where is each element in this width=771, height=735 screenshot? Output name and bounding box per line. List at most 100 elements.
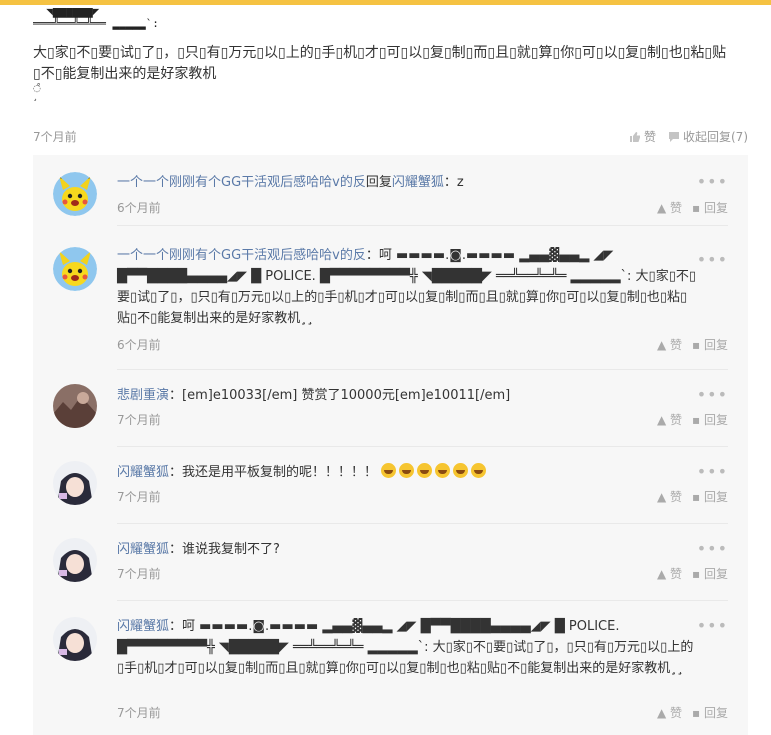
reply-body: 一个一个刚刚有个GG干活观后感哈哈v的反：呵 ▬▬▬▬.◙.▬▬▬▬ ▂▄▄▓▄… [117, 245, 697, 329]
reply-username[interactable]: 一个一个刚刚有个GG干活观后感哈哈v的反 [117, 175, 366, 190]
like-button[interactable]: 赞 [629, 128, 656, 145]
avatar[interactable] [53, 538, 97, 582]
photo-avatar-icon [53, 384, 97, 428]
reply-time: 7个月前 [117, 567, 161, 581]
anime-avatar-icon [53, 461, 97, 505]
reply-username[interactable]: 一个一个刚刚有个GG干活观后感哈哈v的反 [117, 248, 366, 263]
anime-avatar-icon [53, 617, 97, 661]
reply-label: 回复 [703, 490, 728, 504]
reply-button[interactable]: ▪ 回复 [692, 199, 728, 216]
reply-time: 7个月前 [117, 413, 161, 427]
collapse-label: 收起回复(7) [683, 130, 748, 144]
avatar[interactable] [53, 172, 97, 216]
reply-username[interactable]: 闪耀蟹狐 [117, 465, 169, 480]
reply-actions: ▲ 赞 ▪ 回复 [657, 488, 728, 505]
reply-content: ：z [443, 175, 464, 190]
pikachu-avatar-icon [53, 247, 97, 291]
like-label: 赞 [670, 338, 683, 352]
top-accent-bar [0, 0, 771, 5]
ascii-art: ◥▆▆▆▆▆▆◤ ═══╩══╩═╩══ ▂▂▂▂▂`: [33, 6, 753, 40]
ascii-art-line: ═══╩══╩═╩══ ▂▂▂▂▂`: [33, 17, 159, 30]
reply-username[interactable]: 悲剧重演 [117, 388, 169, 403]
like-button[interactable]: ▲ 赞 [657, 565, 682, 582]
reply-body: 闪耀蟹狐：呵 ▬▬▬▬.◙.▬▬▬▬ ▂▄▄▓▄▄▂ ◢◤ █▀▀████▄▄▄… [117, 616, 697, 679]
reply-item: 闪耀蟹狐：呵 ▬▬▬▬.◙.▬▬▬▬ ▂▄▄▓▄▄▂ ◢◤ █▀▀████▄▄▄… [33, 600, 748, 735]
comment-time: 7个月前 [33, 130, 77, 144]
thumbs-up-icon [629, 131, 640, 142]
more-options-icon[interactable]: ••• [697, 464, 728, 480]
reply-item: 闪耀蟹狐：我还是用平板复制的呢！！！！！ ••• 7个月前 ▲ 赞 ▪ 回复 [33, 446, 748, 523]
reply-button[interactable]: ▪ 回复 [692, 565, 728, 582]
replies-panel: 一个一个刚刚有个GG干活观后感哈哈v的反回复闪耀蟹狐：z ••• 6个月前 ▲ … [33, 155, 748, 735]
reply-target-username[interactable]: 闪耀蟹狐 [392, 175, 444, 190]
reply-item: 悲剧重演：[em]e10033[/em] 赞赏了10000元[em]e10011… [33, 369, 748, 446]
emoji-laugh-icon [471, 463, 487, 478]
reply-body: 一个一个刚刚有个GG干活观后感哈哈v的反回复闪耀蟹狐：z [117, 172, 697, 193]
reply-username[interactable]: 闪耀蟹狐 [117, 542, 169, 557]
emoji-laugh-icon [417, 463, 433, 478]
comment-actions: 赞 收起回复(7) [629, 128, 748, 145]
reply-label: 回复 [703, 338, 728, 352]
reply-body: 悲剧重演：[em]e10033[/em] 赞赏了10000元[em]e10011… [117, 385, 697, 406]
reply-button[interactable]: ▪ 回复 [692, 488, 728, 505]
emoji-laugh-icon [399, 463, 415, 478]
more-options-icon[interactable]: ••• [697, 252, 728, 268]
reply-actions: ▲ 赞 ▪ 回复 [657, 565, 728, 582]
like-button[interactable]: ▲ 赞 [657, 199, 682, 216]
reply-time: 6个月前 [117, 201, 161, 215]
reply-label: 回复 [703, 201, 728, 215]
emoji-laugh-icon [381, 463, 397, 478]
reply-username[interactable]: 闪耀蟹狐 [117, 619, 169, 634]
avatar[interactable] [53, 617, 97, 661]
like-label: 赞 [670, 490, 683, 504]
reply-content: ：我还是用平板复制的呢！！！！！ [169, 465, 378, 480]
reply-prefix: 回复 [365, 175, 392, 190]
more-options-icon[interactable]: ••• [697, 618, 728, 634]
comment-tail: ◌̊ [33, 84, 41, 94]
reply-content: ：呵 ▬▬▬▬.◙.▬▬▬▬ ▂▄▄▓▄▄▂ ◢◤ █▀▀████▄▄▄▄◢◤ … [117, 619, 694, 676]
reply-body: 闪耀蟹狐：我还是用平板复制的呢！！！！！ [117, 462, 697, 483]
anime-avatar-icon [53, 538, 97, 582]
reply-button[interactable]: ▪ 回复 [692, 704, 728, 721]
reply-label: 回复 [703, 567, 728, 581]
reply-actions: ▲ 赞 ▪ 回复 [657, 336, 728, 353]
reply-item: 一个一个刚刚有个GG干活观后感哈哈v的反：呵 ▬▬▬▬.◙.▬▬▬▬ ▂▄▄▓▄… [33, 225, 748, 375]
more-options-icon[interactable]: ••• [697, 541, 728, 557]
main-comment: ◥▆▆▆▆▆▆◤ ═══╩══╩═╩══ ▂▂▂▂▂`: 大▯家▯不▯要▯试▯了▯… [33, 6, 753, 102]
like-button[interactable]: ▲ 赞 [657, 336, 682, 353]
emoji-laugh-icon [435, 463, 451, 478]
pikachu-avatar-icon [53, 172, 97, 216]
comment-bubble-icon [669, 131, 679, 142]
more-options-icon[interactable]: ••• [697, 387, 728, 403]
reply-time: 7个月前 [117, 490, 161, 504]
reply-actions: ▲ 赞 ▪ 回复 [657, 704, 728, 721]
reply-button[interactable]: ▪ 回复 [692, 411, 728, 428]
main-comment-meta: 7个月前 赞 收起回复(7) [33, 128, 748, 146]
collapse-replies-button[interactable]: 收起回复(7) [668, 128, 748, 145]
like-button[interactable]: ▲ 赞 [657, 411, 682, 428]
like-label: 赞 [670, 413, 683, 427]
reply-content: ：[em]e10033[/em] 赞赏了10000元[em]e10011[/em… [169, 388, 511, 403]
like-label: 赞 [670, 706, 683, 720]
like-button[interactable]: ▲ 赞 [657, 704, 682, 721]
reply-body: 闪耀蟹狐：谁说我复制不了? [117, 539, 697, 560]
like-label: 赞 [670, 567, 683, 581]
reply-button[interactable]: ▪ 回复 [692, 336, 728, 353]
avatar[interactable] [53, 384, 97, 428]
avatar[interactable] [53, 247, 97, 291]
avatar[interactable] [53, 461, 97, 505]
like-button[interactable]: ▲ 赞 [657, 488, 682, 505]
like-label: 赞 [670, 201, 683, 215]
emoji-laugh-icon [453, 463, 469, 478]
reply-label: 回复 [703, 706, 728, 720]
reply-item: 一个一个刚刚有个GG干活观后感哈哈v的反回复闪耀蟹狐：z ••• 6个月前 ▲ … [33, 155, 748, 225]
reply-actions: ▲ 赞 ▪ 回复 [657, 411, 728, 428]
more-options-icon[interactable]: ••• [697, 174, 728, 190]
reply-item: 闪耀蟹狐：谁说我复制不了? ••• 7个月前 ▲ 赞 ▪ 回复 [33, 523, 748, 600]
reply-actions: ▲ 赞 ▪ 回复 [657, 199, 728, 216]
comment-tail: ¸̧ [33, 92, 38, 102]
like-label: 赞 [643, 130, 656, 144]
reply-content: ：谁说我复制不了? [169, 542, 280, 557]
reply-time: 7个月前 [117, 706, 161, 720]
reply-label: 回复 [703, 413, 728, 427]
